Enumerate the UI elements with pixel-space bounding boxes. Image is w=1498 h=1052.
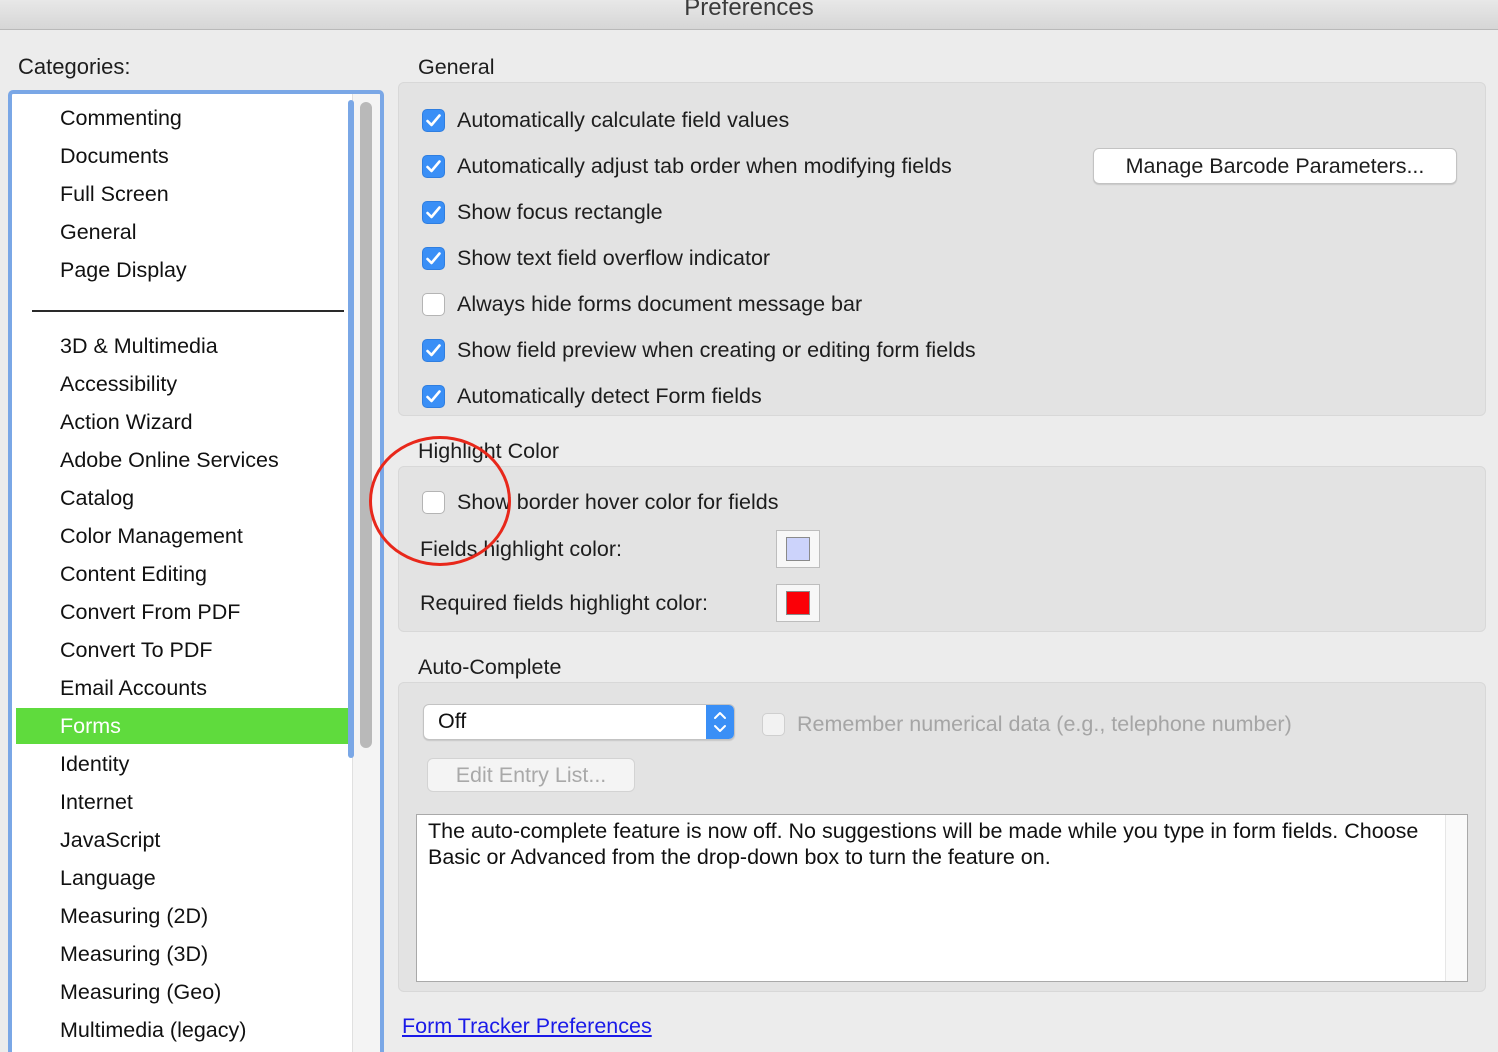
autocomplete-info-text: The auto-complete feature is now off. No…	[428, 819, 1419, 869]
category-divider	[32, 310, 344, 312]
window-title: Preferences	[684, 0, 814, 21]
checkbox-checked-icon[interactable]	[422, 338, 445, 362]
checkbox-checked-icon[interactable]	[422, 384, 445, 408]
option-auto-detect-form-fields[interactable]: Automatically detect Form fields	[422, 381, 762, 411]
required-fields-highlight-swatch	[786, 591, 810, 615]
option-label: Automatically detect Form fields	[457, 383, 762, 408]
category-item-content-editing[interactable]: Content Editing	[16, 556, 354, 592]
checkbox-checked-icon[interactable]	[422, 246, 445, 270]
category-item-page-display[interactable]: Page Display	[16, 252, 354, 288]
option-label: Remember numerical data (e.g., telephone…	[797, 711, 1292, 736]
required-fields-highlight-color-label: Required fields highlight color:	[420, 591, 709, 615]
manage-barcode-parameters-button[interactable]: Manage Barcode Parameters...	[1093, 148, 1457, 184]
edit-entry-list-button[interactable]: Edit Entry List...	[427, 758, 635, 792]
fields-highlight-color-well[interactable]	[776, 530, 820, 568]
category-item-multimedia-legacy[interactable]: Multimedia (legacy)	[16, 1012, 354, 1048]
category-item-catalog[interactable]: Catalog	[16, 480, 354, 516]
autocomplete-mode-value: Off	[438, 709, 467, 733]
category-item-accessibility[interactable]: Accessibility	[16, 366, 354, 402]
category-item-3d-multimedia[interactable]: 3D & Multimedia	[16, 328, 354, 364]
category-item-language[interactable]: Language	[16, 860, 354, 896]
category-item-adobe-online-services[interactable]: Adobe Online Services	[16, 442, 354, 478]
option-remember-numerical-data[interactable]: Remember numerical data (e.g., telephone…	[762, 709, 1292, 739]
autocomplete-info-textbox: The auto-complete feature is now off. No…	[416, 814, 1468, 982]
category-item-forms[interactable]: Forms	[16, 708, 354, 744]
categories-scrollbar-thumb[interactable]	[360, 102, 372, 748]
category-item-commenting[interactable]: Commenting	[16, 100, 354, 136]
checkbox-checked-icon[interactable]	[422, 108, 445, 132]
info-scrollbar[interactable]	[1445, 815, 1467, 981]
autocomplete-section-title: Auto-Complete	[418, 655, 562, 679]
option-label: Always hide forms document message bar	[457, 291, 863, 316]
option-show-field-preview[interactable]: Show field preview when creating or edit…	[422, 335, 976, 365]
option-auto-calculate-field-values[interactable]: Automatically calculate field values	[422, 105, 789, 135]
category-item-convert-from-pdf[interactable]: Convert From PDF	[16, 594, 354, 630]
form-tracker-preferences-link[interactable]: Form Tracker Preferences	[402, 1014, 652, 1039]
categories-label: Categories:	[18, 54, 131, 79]
category-item-email-accounts[interactable]: Email Accounts	[16, 670, 354, 706]
option-show-focus-rectangle[interactable]: Show focus rectangle	[422, 197, 663, 227]
checkbox-checked-icon[interactable]	[422, 200, 445, 224]
option-hide-forms-message-bar[interactable]: Always hide forms document message bar	[422, 289, 862, 319]
category-item-convert-to-pdf[interactable]: Convert To PDF	[16, 632, 354, 668]
chevron-up-down-icon	[706, 705, 734, 739]
categories-list-focus-edge	[348, 100, 354, 758]
category-item-documents[interactable]: Documents	[16, 138, 354, 174]
checkbox-checked-icon[interactable]	[422, 154, 445, 178]
category-item-measuring-3d[interactable]: Measuring (3D)	[16, 936, 354, 972]
category-item-full-screen[interactable]: Full Screen	[16, 176, 354, 212]
required-fields-highlight-color-well[interactable]	[776, 584, 820, 622]
category-item-action-wizard[interactable]: Action Wizard	[16, 404, 354, 440]
category-item-measuring-2d[interactable]: Measuring (2D)	[16, 898, 354, 934]
option-label: Automatically calculate field values	[457, 107, 790, 132]
autocomplete-mode-select[interactable]: Off	[423, 704, 735, 740]
category-item-javascript[interactable]: JavaScript	[16, 822, 354, 858]
option-label: Show field preview when creating or edit…	[457, 337, 976, 362]
annotation-circle	[369, 436, 511, 566]
option-label: Show text field overflow indicator	[457, 245, 771, 270]
option-label: Automatically adjust tab order when modi…	[457, 153, 952, 178]
general-section-title: General	[418, 55, 495, 79]
category-item-color-management[interactable]: Color Management	[16, 518, 354, 554]
category-item-measuring-geo[interactable]: Measuring (Geo)	[16, 974, 354, 1010]
category-item-identity[interactable]: Identity	[16, 746, 354, 782]
checkbox-unchecked-icon[interactable]	[422, 292, 445, 316]
category-item-internet[interactable]: Internet	[16, 784, 354, 820]
categories-list-panel[interactable]: Commenting Documents Full Screen General…	[8, 90, 384, 1052]
option-show-overflow-indicator[interactable]: Show text field overflow indicator	[422, 243, 770, 273]
fields-highlight-swatch	[786, 537, 810, 561]
category-item-general[interactable]: General	[16, 214, 354, 250]
option-auto-adjust-tab-order[interactable]: Automatically adjust tab order when modi…	[422, 151, 952, 181]
option-label: Show focus rectangle	[457, 199, 663, 224]
checkbox-unchecked-icon[interactable]	[762, 712, 785, 736]
